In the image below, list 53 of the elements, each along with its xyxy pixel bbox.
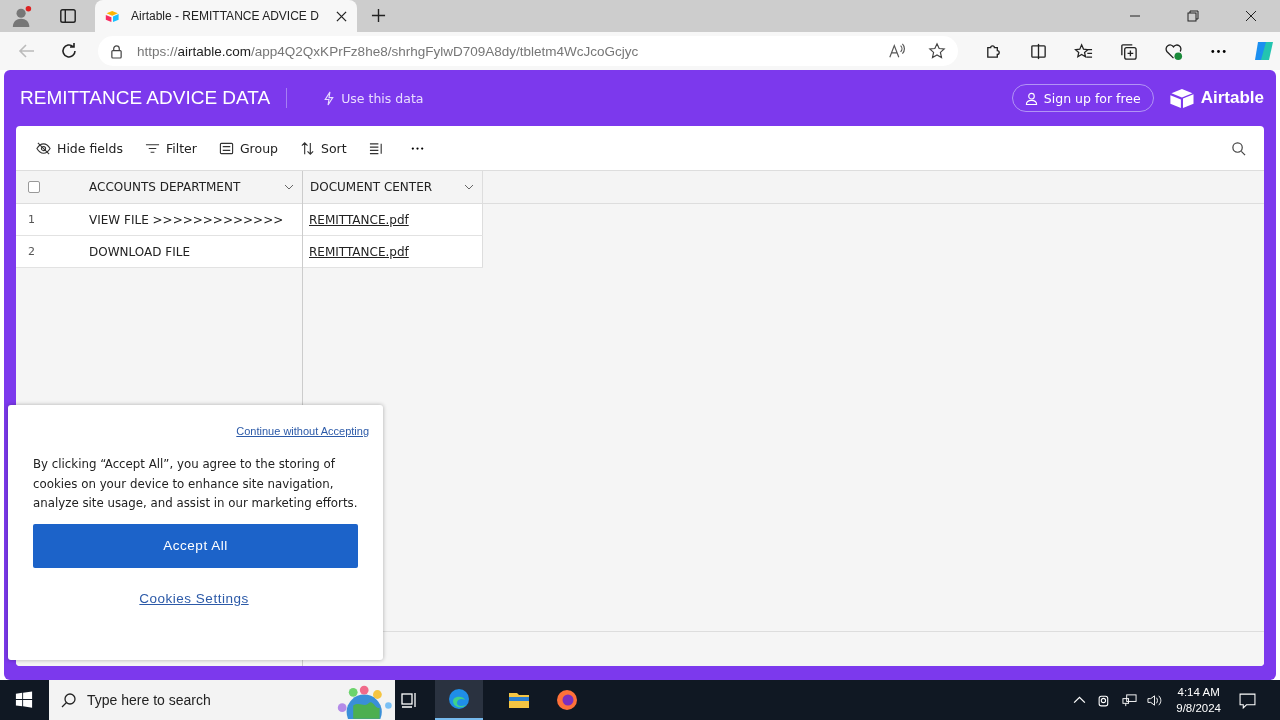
cookie-text: By clicking “Accept All”, you agree to the storing of cookies on your device to enhance site navigation, analyze site usage, and assist in our marketing efforts.	[33, 456, 359, 512]
profile-icon[interactable]	[11, 5, 33, 27]
close-icon[interactable]	[1245, 10, 1257, 22]
group-icon	[218, 140, 234, 156]
column-header[interactable]: ACCOUNTS DEPARTMENT	[80, 171, 302, 203]
logo-text: Airtable	[1200, 88, 1264, 108]
column-header[interactable]: DOCUMENT CENTER	[303, 171, 483, 203]
row-number: 2	[28, 245, 35, 258]
cookies-settings-link[interactable]: Cookies Settings	[139, 590, 249, 606]
continue-link[interactable]: Continue without Accepting	[236, 425, 369, 437]
box-logo-icon	[1169, 87, 1196, 109]
taskbar-search-field[interactable]: Type here to search	[49, 680, 395, 720]
sort-icon	[300, 140, 315, 156]
accept-all-button[interactable]: Accept All	[33, 523, 358, 568]
health-icon[interactable]	[1164, 41, 1183, 61]
volume-icon[interactable]	[1147, 692, 1163, 708]
row-number: 1	[28, 213, 35, 226]
base-title: REMITTANCE ADVICE DATA	[20, 87, 271, 109]
toolbar-button[interactable]: Hide fields	[30, 136, 129, 160]
address-bar[interactable]: https://airtable.com/app4Q2QxKPrFz8he8/shrhgFylwD709A8dy/tbletm4WcJcoGcjyc	[98, 36, 958, 66]
table-cell: DOWNLOAD FILE	[89, 244, 190, 259]
new-tab-icon[interactable]	[371, 8, 386, 23]
select-all-checkbox[interactable]	[28, 181, 40, 193]
star-icon[interactable]	[928, 42, 946, 60]
favorites-icon[interactable]	[1074, 41, 1093, 61]
task-view-icon[interactable]	[399, 690, 419, 710]
tab-actions-icon[interactable]	[59, 7, 77, 25]
windows-start-icon[interactable]	[15, 691, 33, 709]
clock[interactable]: 4:14 AM 9/8/2024	[1176, 684, 1221, 716]
toolbar-button[interactable]: Filter	[138, 136, 203, 160]
toolbar-button[interactable]: Group	[212, 136, 284, 160]
table-cell: VIEW FILE >>>>>>>>>>>>>	[89, 212, 284, 227]
collections-icon[interactable]	[1119, 41, 1138, 61]
url-text: https://airtable.com/app4Q2QxKPrFz8he8/shrhgFylwD709A8dy/tbletm4WcJcoGcjyc	[137, 43, 639, 59]
toolbar-button[interactable]: Sort	[294, 136, 353, 160]
refresh-icon[interactable]	[59, 41, 79, 61]
hidden-eye-icon	[36, 140, 51, 156]
chevron-down-icon[interactable]	[284, 184, 294, 190]
notification-icon[interactable]	[1239, 691, 1256, 709]
restore-icon[interactable]	[1187, 10, 1199, 22]
read-aloud-icon[interactable]	[888, 42, 906, 60]
use-data-button[interactable]: Use this data	[315, 88, 432, 108]
row-height-icon	[368, 140, 384, 156]
network-icon[interactable]	[1122, 692, 1138, 708]
browser-tab[interactable]: Airtable - REMITTANCE ADVICE D	[95, 0, 357, 32]
user-icon	[1024, 91, 1038, 105]
lock-icon	[110, 43, 123, 59]
search-icon	[61, 692, 77, 708]
split-screen-icon[interactable]	[1029, 41, 1048, 61]
chevron-down-icon[interactable]	[464, 184, 474, 190]
lightning-icon	[323, 90, 336, 106]
close-icon[interactable]	[336, 10, 347, 22]
search-icon[interactable]	[1231, 140, 1246, 156]
